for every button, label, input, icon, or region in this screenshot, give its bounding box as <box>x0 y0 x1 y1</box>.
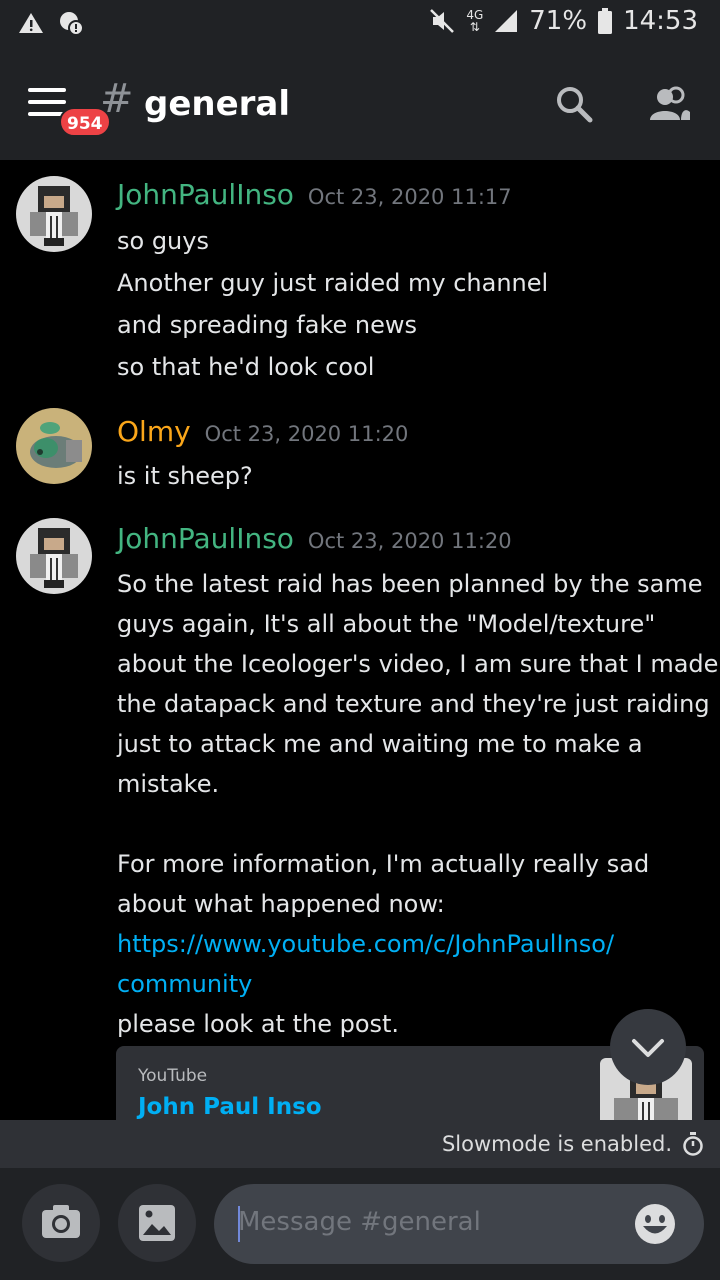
message-line: please look at the post. <box>117 1010 400 1038</box>
message-line: just to attack me and waiting me to make… <box>117 730 643 758</box>
message-line: So the latest raid has been planned by t… <box>117 570 703 598</box>
timer-icon <box>683 1132 703 1156</box>
message-composer: Message #general <box>0 1168 720 1280</box>
message-placeholder: Message #general <box>238 1207 481 1237</box>
channel-header: 954 # general <box>0 48 720 160</box>
emoji-icon[interactable] <box>634 1203 676 1245</box>
avatar[interactable] <box>16 176 92 252</box>
message-header: JohnPaulInso Oct 23, 2020 11:20 <box>117 522 512 555</box>
signal-icon <box>495 10 518 32</box>
search-icon[interactable] <box>552 82 596 126</box>
message-link[interactable]: https://www.youtube.com/c/JohnPaulInso/ <box>117 930 614 958</box>
message-link[interactable]: community <box>117 970 252 998</box>
author-name[interactable]: JohnPaulInso <box>117 522 294 555</box>
status-left-icons <box>18 10 84 36</box>
channel-title: general <box>144 84 291 124</box>
author-name[interactable]: Olmy <box>117 415 191 448</box>
author-name[interactable]: JohnPaulInso <box>117 178 294 211</box>
camera-button[interactable] <box>22 1184 100 1262</box>
network-type: 4G ⇅ <box>466 8 484 34</box>
warning-icon <box>19 13 43 33</box>
message-header: Olmy Oct 23, 2020 11:20 <box>117 415 408 448</box>
mute-icon <box>430 9 455 33</box>
message-line: the datapack and texture and they're jus… <box>117 690 710 718</box>
scroll-to-bottom-button[interactable] <box>610 1009 686 1085</box>
camera-icon <box>42 1205 80 1238</box>
slowmode-bar: Slowmode is enabled. <box>0 1120 720 1168</box>
message-list[interactable]: JohnPaulInso Oct 23, 2020 11:17 so guys … <box>0 160 720 1120</box>
message-line: guys again, It's all about the "Model/te… <box>117 610 656 638</box>
text-caret <box>238 1206 240 1242</box>
image-icon <box>139 1205 175 1241</box>
embed-title-link[interactable]: John Paul Inso <box>138 1094 322 1120</box>
clock: 14:53 <box>623 6 698 36</box>
message-line: about what happened now: <box>117 890 445 918</box>
message-line: For more information, I'm actually reall… <box>117 850 650 878</box>
message-line: Another guy just raided my channel <box>117 269 549 297</box>
gallery-button[interactable] <box>118 1184 196 1262</box>
message-line: mistake. <box>117 770 220 798</box>
message-line: is it sheep? <box>117 462 253 490</box>
embed-provider: YouTube <box>138 1066 208 1086</box>
message-line: about the Iceologer's video, I am sure t… <box>117 650 719 678</box>
timestamp: Oct 23, 2020 11:17 <box>307 185 512 209</box>
slowmode-text: Slowmode is enabled. <box>441 1132 672 1156</box>
avatar[interactable] <box>16 408 92 484</box>
battery-percent: 71% <box>529 6 588 36</box>
status-right-icons: 4G ⇅ 71% 14:53 <box>428 6 698 36</box>
channel-hash-icon: # <box>100 76 134 122</box>
timestamp: Oct 23, 2020 11:20 <box>204 422 409 446</box>
message-line: and spreading fake news <box>117 311 418 339</box>
avatar[interactable] <box>16 518 92 594</box>
timestamp: Oct 23, 2020 11:20 <box>307 529 512 553</box>
location-alert-icon <box>60 12 84 36</box>
message-header: JohnPaulInso Oct 23, 2020 11:17 <box>117 178 512 211</box>
members-icon[interactable] <box>648 82 692 126</box>
message-line: so guys <box>117 227 209 255</box>
message-input[interactable]: Message #general <box>214 1184 704 1264</box>
battery-icon <box>598 8 613 34</box>
status-bar: 4G ⇅ 71% 14:53 <box>0 0 720 48</box>
chevron-down-icon <box>632 1039 664 1057</box>
message-line: so that he'd look cool <box>117 353 375 381</box>
